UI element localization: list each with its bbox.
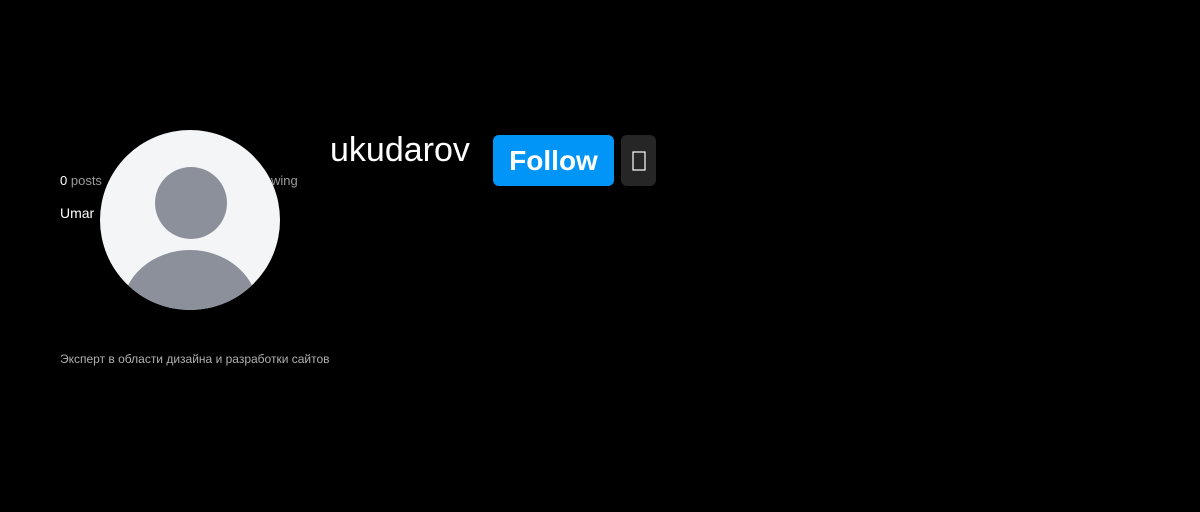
more-options-button[interactable] — [621, 135, 656, 186]
posts-label: posts — [70, 173, 102, 188]
avatar[interactable] — [100, 130, 280, 310]
avatar-head-shape — [155, 167, 227, 239]
profile-bio: Эксперт в области дизайна и разработки с… — [60, 352, 330, 366]
posts-stat[interactable]: 0 posts — [60, 173, 102, 188]
profile-username: ukudarov — [330, 131, 470, 169]
display-name: Umar — [60, 205, 95, 221]
more-options-icon — [631, 150, 646, 171]
posts-count: 0 — [60, 173, 68, 188]
avatar-body-shape — [122, 250, 258, 310]
follow-button[interactable]: Follow — [493, 135, 614, 186]
